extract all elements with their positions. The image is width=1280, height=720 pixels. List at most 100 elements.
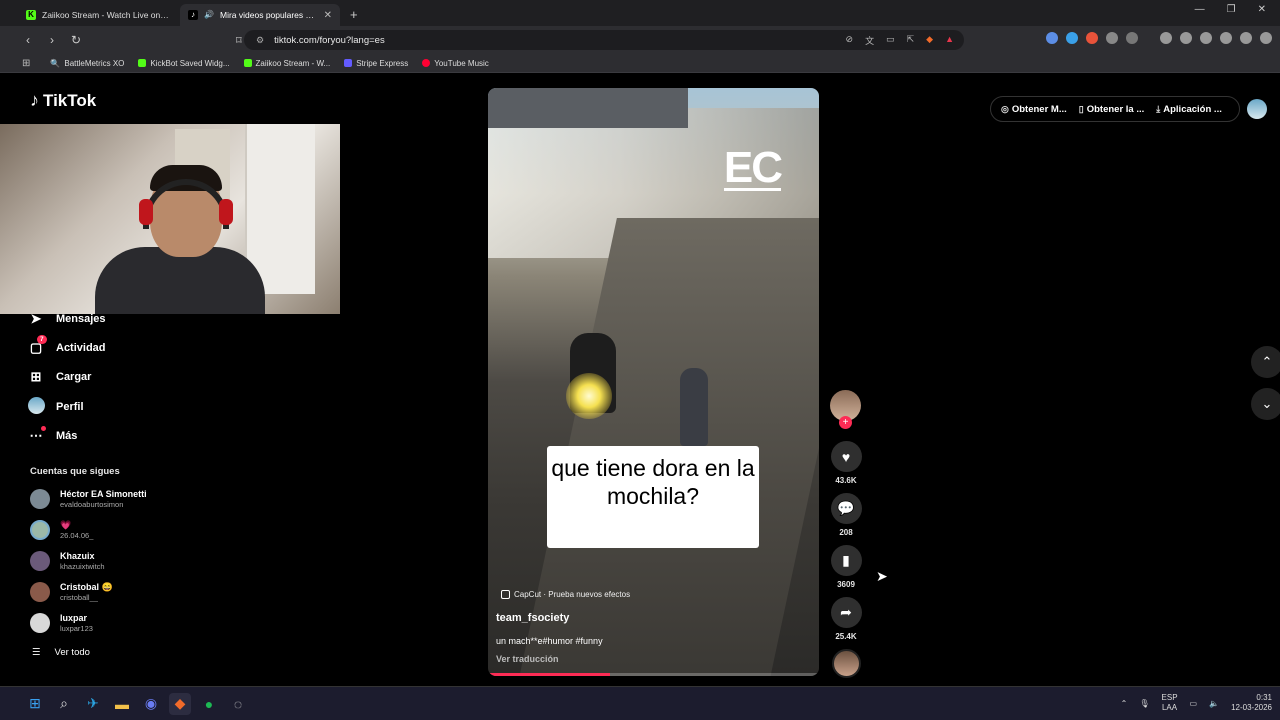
close-tab-icon[interactable]: ✕ [324,10,332,21]
brave-shield-icon[interactable]: ◆ [926,34,933,47]
brave-icon[interactable]: ◆ [169,692,191,715]
bookmark-battlemetrics[interactable]: 🔍 BattleMetrics XO [50,59,124,68]
cast-icon[interactable]: ▭ [886,34,895,47]
bookmark-youtube-music[interactable]: YouTube Music [422,59,489,68]
sidebar-icon[interactable] [1180,32,1192,44]
extension-icon[interactable] [1126,32,1138,44]
tab-kick[interactable]: K Zaiikoo Stream - Watch Live on Kick [18,4,178,26]
video-player[interactable]: EC que tiene dora en la mochila? CapCut … [488,88,819,676]
menu-icon[interactable] [1260,32,1272,44]
follow-plus-icon[interactable]: + [839,416,852,429]
capcut-link[interactable]: CapCut · Prueba nuevos efectos [501,590,630,599]
leo-icon[interactable] [1220,32,1232,44]
bookmark-label: BattleMetrics XO [64,58,125,68]
translate-icon[interactable]: 文 [865,34,874,47]
vpn-icon[interactable] [1240,32,1252,44]
share-action[interactable]: ➦ 25.4K [830,597,862,641]
desktop-app-button[interactable]: ⤓ Aplicación ... [1156,104,1222,115]
extension-icon[interactable] [1066,32,1078,44]
bookmark-icon[interactable]: ▮ [830,545,862,576]
tiktok-logo[interactable]: ♪ TikTok [30,90,96,111]
chevron-up-icon[interactable]: ⌃ [1121,699,1128,708]
maximize-button[interactable]: ❐ [1227,4,1236,15]
video-author[interactable]: team_fsociety [496,612,569,624]
heart-icon[interactable]: ♥ [830,441,862,472]
next-video-button[interactable]: ⌄ [1251,388,1280,420]
volume-icon[interactable]: 🔈 [1209,699,1219,708]
nav-label: Perfil [56,400,84,413]
close-window-button[interactable]: ✕ [1258,4,1266,15]
save-action[interactable]: ▮ 3609 [830,545,862,589]
like-count: 43.6K [835,476,857,485]
following-account[interactable]: Cristobal 😄 cristoball__ [30,576,147,607]
avatar [30,520,50,541]
nav-item-upload[interactable]: ⊞ Cargar [28,363,168,392]
comment-count: 208 [839,528,853,537]
comment-icon[interactable]: 💬 [830,493,862,524]
creator-avatar[interactable]: + [830,390,861,429]
bookmark-zaiikoo[interactable]: Zaiikoo Stream - W... [243,58,331,68]
spotify-icon[interactable]: ● [198,693,220,715]
clock[interactable]: 0:31 12-03-2026 [1231,693,1272,713]
network-icon[interactable]: ▭ [1190,699,1198,708]
like-action[interactable]: ♥ 43.6K [830,441,862,485]
back-button[interactable]: ‹ [18,33,38,47]
brave-rewards-icon[interactable]: ▲ [945,34,954,47]
previous-video-button[interactable]: ⌃ [1251,346,1280,378]
address-bar-actions: ⊘ 文 ▭ ⇱ ◆ ▲ [846,34,954,47]
comment-action[interactable]: 💬 208 [830,493,862,537]
telegram-icon[interactable]: ✈ [82,693,104,715]
account-name: luxpar [60,612,88,623]
following-account[interactable]: Héctor EA Simonetti evaldoaburtosimon [30,484,147,515]
puzzle-icon[interactable] [1106,32,1118,44]
following-account[interactable]: Khazuix khazuixtwitch [30,546,147,577]
site-info-icon[interactable]: ⚙ [256,35,264,46]
following-account[interactable]: luxpar luxpar123 [30,607,147,638]
minimize-button[interactable]: — [1195,4,1205,15]
address-bar[interactable]: ⚙ tiktok.com/foryou?lang=es ⊘ 文 ▭ ⇱ ◆ ▲ [244,30,964,50]
windows-start-icon[interactable]: ⊞ [24,693,46,715]
apps-grid-icon[interactable]: ⊞ [22,58,30,69]
share-arrow-icon[interactable]: ➦ [830,597,862,628]
search-icon[interactable]: ⌕ [53,693,75,715]
bookmark-kickbot[interactable]: KickBot Saved Widg... [138,59,230,68]
discord-icon[interactable]: ◉ [140,693,162,715]
language-indicator[interactable]: ESP LAA [1162,693,1178,713]
see-all-button[interactable]: ☰ Ver todo [32,647,90,658]
get-app-button[interactable]: ▯ Obtener la ... [1079,104,1145,115]
music-icon[interactable] [1160,32,1172,44]
following-account[interactable]: 💗 26.04.06_ [30,515,147,546]
bookmark-icon[interactable]: ⌑ [236,34,242,47]
video-description: un mach**e#humor #funny [496,636,603,646]
new-tab-button[interactable]: + [350,7,358,22]
bookmark-label: Zaiikoo Stream - W... [255,58,331,68]
music-disc-icon[interactable] [831,649,861,678]
extension-icon[interactable] [1046,32,1058,44]
see-translation-link[interactable]: Ver traducción [496,654,559,664]
forward-button[interactable]: › [42,33,62,47]
nav-item-activity[interactable]: ▢ 7 Actividad [28,333,168,362]
video-progress-bar[interactable] [488,673,819,676]
share-count: 25.4K [835,632,857,641]
file-explorer-icon[interactable]: ▬ [111,693,133,715]
app-icon[interactable]: ◌ [227,693,249,715]
microphone-icon[interactable]: 🎙 [1139,699,1149,708]
tab-title: Zaiikoo Stream - Watch Live on Kick [42,10,170,20]
following-list: Héctor EA Simonetti evaldoaburtosimon 💗 26… [30,484,147,638]
speaker-icon[interactable]: 🔊 [204,10,214,20]
get-coins-button[interactable]: ◎ Obtener M... [1001,104,1067,115]
nav-item-profile[interactable]: Perfil [28,392,168,421]
extensions [1046,32,1272,44]
extension-icon[interactable] [1086,32,1098,44]
bookmark-stripe[interactable]: Stripe Express [344,59,408,68]
lang-bottom: LAA [1161,703,1178,712]
tab-tiktok[interactable]: ♪ 🔊 Mira videos populares selecc ✕ [180,4,340,26]
reload-button[interactable]: ↻ [66,33,86,47]
wallet-icon[interactable] [1200,32,1212,44]
nav-item-more[interactable]: ⋯ Más [28,421,168,450]
profile-avatar[interactable] [1247,99,1267,119]
share-icon[interactable]: ⇱ [907,34,915,47]
video-progress-fill [488,673,611,676]
no-reader-icon[interactable]: ⊘ [846,34,854,47]
capcut-label: CapCut · Prueba nuevos efectos [514,590,631,599]
